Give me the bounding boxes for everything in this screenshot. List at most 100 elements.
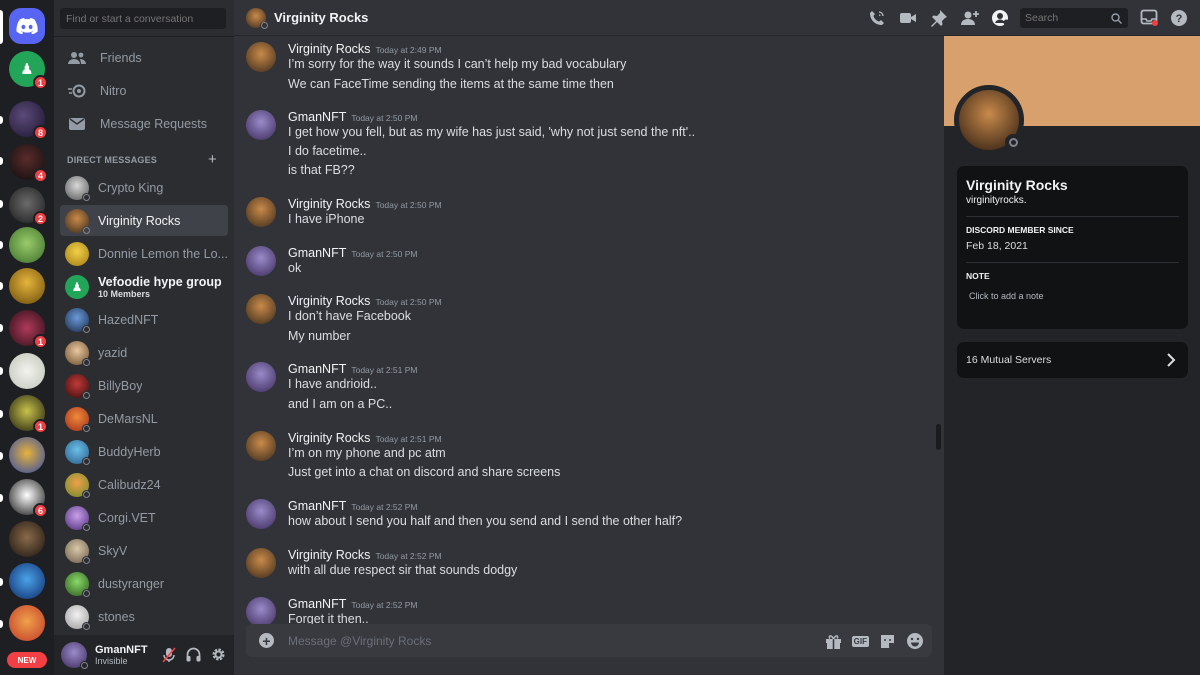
mute-microphone-icon[interactable] — [162, 647, 176, 663]
add-friends-to-dm-icon[interactable] — [961, 9, 979, 27]
gift-icon[interactable] — [825, 633, 842, 650]
headphones-icon[interactable] — [186, 647, 201, 662]
message-header: Virginity Rocks Today at 2:52 PM — [288, 546, 442, 564]
dm-item-corgi-vet[interactable]: Corgi.VET — [60, 502, 228, 533]
group-icon: ♟ — [71, 279, 83, 294]
dm-item-calibudz24[interactable]: Calibudz24 — [60, 469, 228, 500]
hos-server-icon[interactable]: 8 — [9, 101, 48, 140]
user-profile-toggle-icon[interactable] — [992, 9, 1010, 27]
nav-message-requests[interactable]: Message Requests — [62, 109, 228, 139]
unread-indicator — [0, 200, 3, 208]
avatar — [65, 208, 91, 235]
ghost-server-icon[interactable]: 6 — [9, 479, 48, 518]
anubis-server-icon[interactable] — [9, 268, 45, 304]
message-header: Virginity Rocks Today at 2:49 PM — [288, 40, 442, 58]
status-indicator — [82, 225, 91, 235]
author-name[interactable]: Virginity Rocks — [288, 294, 370, 308]
sticker-icon[interactable] — [879, 633, 896, 650]
message-text: I’m sorry for the way it sounds I can’t … — [288, 57, 627, 71]
status-indicator — [82, 357, 91, 367]
dm-item-dustyranger[interactable]: dustyranger — [60, 568, 228, 599]
lion-server-icon[interactable]: 1 — [9, 395, 48, 434]
note-input[interactable]: Click to add a note — [969, 291, 1179, 301]
friends-server-icon[interactable]: ♟ 1 — [9, 51, 48, 90]
unread-indicator — [0, 494, 3, 502]
author-name[interactable]: Virginity Rocks — [288, 42, 370, 56]
author-avatar[interactable] — [246, 42, 276, 72]
dm-item-donnie-lemon[interactable]: Donnie Lemon the Lo... — [60, 238, 228, 269]
gif-button[interactable]: GIF — [851, 635, 869, 647]
author-avatar[interactable] — [246, 197, 276, 227]
author-avatar[interactable] — [246, 294, 276, 324]
author-name[interactable]: GmanNFT — [288, 246, 346, 260]
user-avatar[interactable] — [61, 642, 89, 670]
message-input[interactable] — [288, 632, 788, 650]
user-status: Invisible — [95, 656, 128, 666]
dm-item-stones[interactable]: stones — [60, 601, 228, 632]
settings-gear-icon[interactable] — [211, 647, 226, 662]
svg-text:?: ? — [1176, 13, 1183, 25]
voice-call-icon[interactable] — [868, 9, 886, 27]
channel-header: Virginity Rocks ? — [234, 0, 1200, 36]
spliggies-server-icon[interactable] — [9, 437, 45, 473]
video-call-icon[interactable] — [899, 9, 917, 27]
author-name[interactable]: GmanNFT — [288, 362, 346, 376]
author-name[interactable]: GmanNFT — [288, 597, 346, 611]
dm-item-billyboy[interactable]: BillyBoy — [60, 370, 228, 401]
mutual-servers-button[interactable]: 16 Mutual Servers — [957, 342, 1188, 378]
author-avatar[interactable] — [246, 362, 276, 392]
help-icon[interactable]: ? — [1170, 9, 1188, 27]
hazed-server-icon[interactable] — [9, 563, 45, 599]
author-avatar[interactable] — [246, 597, 276, 625]
header-right-actions: ? — [1140, 9, 1188, 27]
author-avatar[interactable] — [246, 499, 276, 529]
channel-title: Virginity Rocks — [274, 10, 369, 25]
create-dm-plus-icon[interactable]: + — [208, 151, 217, 168]
inbox-icon[interactable] — [1140, 9, 1158, 27]
group-info: Vefoodie hype group 10 Members — [98, 275, 222, 299]
dm-item-demarsnl[interactable]: DeMarsNL — [60, 403, 228, 434]
person-icon: ♟ — [20, 61, 34, 78]
new-unreads-button[interactable]: NEW — [7, 652, 47, 668]
find-conversation-input[interactable] — [60, 8, 226, 29]
stoner-server-icon[interactable] — [9, 605, 45, 641]
dm-item-hazednft[interactable]: HazedNFT — [60, 304, 228, 335]
author-name[interactable]: GmanNFT — [288, 499, 346, 513]
dm-item-yazid[interactable]: yazid — [60, 337, 228, 368]
author-name[interactable]: Virginity Rocks — [288, 548, 370, 562]
dragon-server-icon[interactable] — [9, 521, 45, 557]
dm-item-vefoodie-group[interactable]: ♟ Vefoodie hype group 10 Members — [60, 270, 228, 303]
status-indicator — [82, 456, 91, 466]
author-name[interactable]: Virginity Rocks — [288, 197, 370, 211]
message-text: We can FaceTime sending the items at the… — [288, 77, 614, 91]
ring-server-icon[interactable]: 1 — [9, 310, 48, 349]
unread-indicator — [0, 620, 3, 628]
user-info[interactable]: GmanNFT Invisible — [95, 644, 148, 666]
unread-indicator — [0, 578, 3, 586]
profile-avatar[interactable] — [954, 85, 1024, 155]
dm-name: Corgi.VET — [98, 510, 156, 525]
dm-item-crypto-king[interactable]: Crypto King — [60, 172, 228, 203]
dm-name: Crypto King — [98, 180, 164, 195]
pepe-server-icon[interactable] — [9, 227, 45, 263]
dm-item-virginity-rocks[interactable]: Virginity Rocks — [60, 205, 228, 236]
adahi-server-icon[interactable]: 4 — [9, 144, 48, 183]
frogs-server-icon[interactable] — [9, 353, 45, 389]
author-avatar[interactable] — [246, 548, 276, 578]
author-name[interactable]: GmanNFT — [288, 110, 346, 124]
message-scrollbar[interactable] — [936, 424, 941, 450]
dm-item-buddyherb[interactable]: BuddyHerb — [60, 436, 228, 467]
author-name[interactable]: Virginity Rocks — [288, 431, 370, 445]
author-avatar[interactable] — [246, 110, 276, 140]
emoji-icon[interactable] — [906, 632, 924, 650]
nav-nitro[interactable]: Nitro — [62, 76, 228, 106]
author-avatar[interactable] — [246, 246, 276, 276]
pinned-messages-icon[interactable] — [930, 9, 948, 27]
upload-plus-icon[interactable]: + — [259, 633, 274, 648]
author-avatar[interactable] — [246, 431, 276, 461]
nav-friends[interactable]: Friends — [62, 43, 228, 73]
sins-server-icon[interactable]: 2 — [9, 187, 48, 226]
unread-indicator — [0, 241, 3, 249]
home-button[interactable] — [9, 8, 45, 44]
dm-item-skyv[interactable]: SkyV — [60, 535, 228, 566]
